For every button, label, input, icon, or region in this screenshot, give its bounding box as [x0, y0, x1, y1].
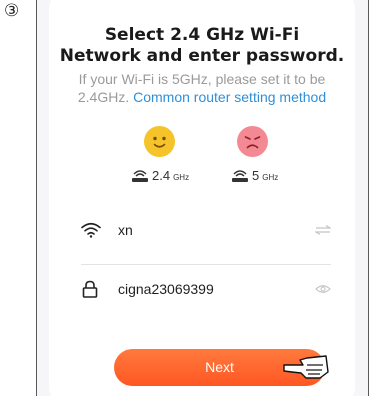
phone-frame: Select 2.4 GHz Wi-Fi Network and enter p… — [36, 0, 369, 404]
band-2-4ghz: 2.4 GHz — [131, 168, 189, 183]
band-5-unit: GHz — [262, 173, 279, 182]
wifi-setup-card: Select 2.4 GHz Wi-Fi Network and enter p… — [49, 0, 355, 404]
eye-icon[interactable] — [313, 284, 331, 294]
wifi-name-value: xn — [118, 222, 133, 238]
band-5-number: 5 — [252, 168, 260, 183]
title-line-2: Network and enter password. — [59, 46, 345, 66]
wifi-name-field[interactable]: xn — [81, 216, 331, 244]
band-2-4-number: 2.4 — [152, 168, 171, 183]
subtitle-line-1: If your Wi-Fi is 5GHz, please set it to … — [78, 71, 326, 87]
wifi-icon — [81, 222, 103, 238]
page-title: Select 2.4 GHz Wi-Fi Network and enter p… — [49, 25, 355, 67]
sad-face-icon — [237, 126, 268, 157]
switch-network-icon[interactable] — [313, 225, 331, 235]
router-icon — [131, 169, 149, 183]
password-value: cigna23069399 — [118, 281, 214, 297]
band-5ghz: 5 GHz — [231, 168, 278, 183]
subtitle: If your Wi-Fi is 5GHz, please set it to … — [49, 70, 355, 106]
happy-face-icon — [144, 126, 175, 157]
title-line-1: Select 2.4 GHz Wi-Fi — [104, 25, 300, 45]
step-number: ③ — [4, 1, 20, 21]
pointing-hand-icon — [282, 344, 330, 382]
router-setting-link[interactable]: Common router setting method — [133, 89, 326, 105]
field-divider — [81, 264, 331, 265]
router-icon — [231, 169, 249, 183]
lock-icon — [81, 280, 103, 298]
subtitle-prefix: 2.4GHz. — [77, 89, 130, 105]
password-field[interactable]: cigna23069399 — [81, 275, 331, 303]
band-2-4-unit: GHz — [173, 173, 190, 182]
